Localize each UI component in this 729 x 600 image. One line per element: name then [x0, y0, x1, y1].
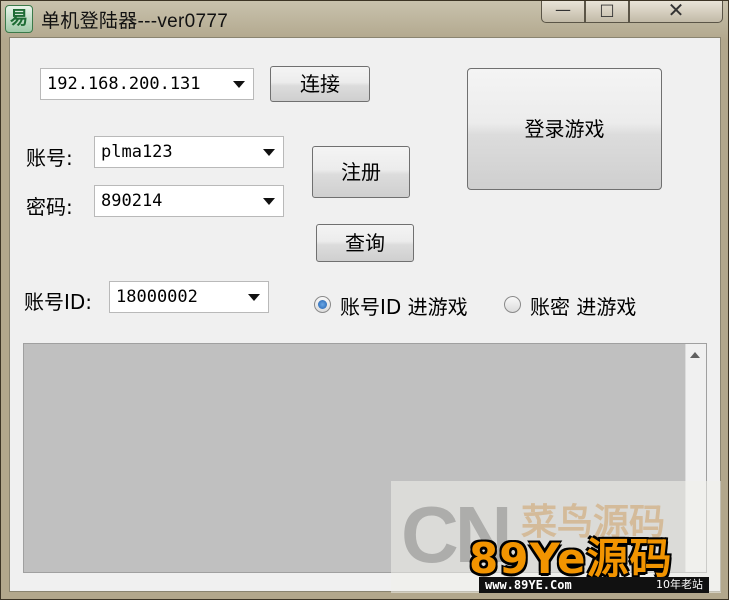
- server-address-combo[interactable]: 192.168.200.131: [40, 68, 254, 100]
- scroll-up-arrow-icon[interactable]: [690, 352, 700, 358]
- radio-login-by-id-label[interactable]: 账号ID 进游戏: [340, 291, 468, 320]
- chevron-down-icon: [263, 198, 275, 205]
- watermark: CN 菜鸟源码 89Ye源码 www.89YE.Com 10年老站: [391, 481, 721, 593]
- account-combo[interactable]: plma123: [94, 136, 284, 168]
- maximize-button[interactable]: □: [585, 1, 629, 23]
- server-address-value: 192.168.200.131: [47, 74, 201, 94]
- close-button[interactable]: ✕: [629, 0, 723, 23]
- watermark-url-text: www.89YE.Com: [485, 578, 572, 592]
- password-combo[interactable]: 890214: [94, 185, 284, 217]
- password-label: 密码:: [26, 195, 73, 219]
- account-value: plma123: [101, 142, 173, 162]
- query-button[interactable]: 查询: [316, 224, 414, 262]
- minimize-button[interactable]: —: [541, 1, 585, 23]
- watermark-tag: 10年老站: [656, 578, 703, 591]
- chevron-down-icon: [248, 294, 260, 301]
- account-id-label: 账号ID:: [24, 290, 93, 314]
- app-icon: 易: [5, 5, 33, 33]
- chevron-down-icon: [233, 81, 245, 88]
- account-id-combo[interactable]: 18000002: [109, 281, 269, 313]
- watermark-url: www.89YE.Com 10年老站: [479, 577, 709, 593]
- chevron-down-icon: [263, 149, 275, 156]
- account-id-value: 18000002: [116, 287, 198, 307]
- radio-login-by-password-label[interactable]: 账密 进游戏: [530, 291, 636, 320]
- radio-login-by-id[interactable]: [314, 296, 331, 313]
- login-game-button[interactable]: 登录游戏: [467, 68, 662, 190]
- radio-login-by-password[interactable]: [504, 296, 521, 313]
- connect-button[interactable]: 连接: [270, 66, 370, 102]
- register-button[interactable]: 注册: [312, 146, 410, 198]
- title-bar[interactable]: 易 单机登陆器---ver0777 — □ ✕: [1, 0, 728, 37]
- login-window: 易 单机登陆器---ver0777 — □ ✕ 192.168.200.131 …: [0, 0, 729, 600]
- password-value: 890214: [101, 191, 163, 211]
- window-title: 单机登陆器---ver0777: [41, 11, 229, 32]
- account-label: 账号:: [26, 146, 73, 170]
